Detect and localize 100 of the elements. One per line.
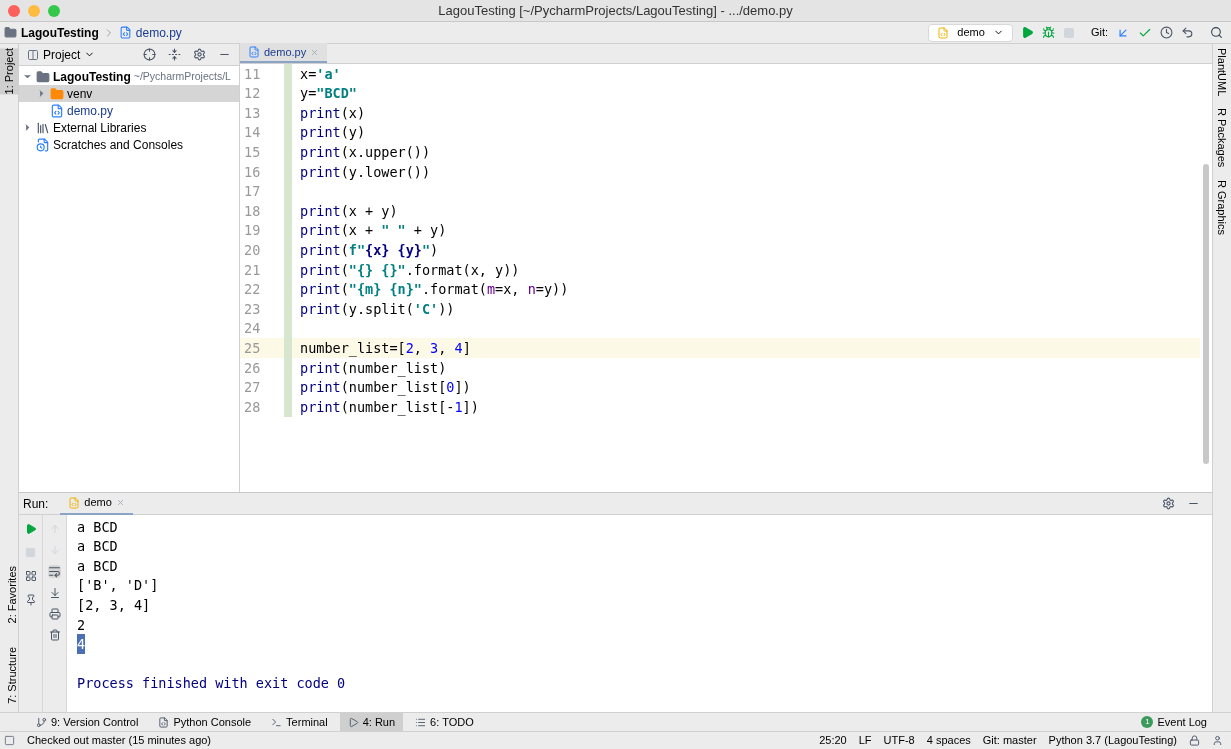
settings-icon[interactable]	[1162, 497, 1175, 510]
code-text: print("{} {}".format(x, y))	[300, 260, 520, 280]
pin-icon[interactable]	[24, 594, 37, 606]
line-number: 27	[243, 378, 262, 398]
line-number: 22	[243, 280, 262, 300]
line-number: 16	[243, 162, 262, 182]
tool-window-button[interactable]: 6: TODO	[407, 712, 482, 732]
line-number: 25	[243, 339, 262, 358]
notification-count: 1	[1141, 716, 1154, 728]
tree-item[interactable]: venv	[19, 85, 239, 102]
tool-window-icon	[158, 716, 170, 728]
line-number: 19	[243, 221, 262, 241]
code-text: print(x.upper())	[300, 143, 431, 163]
status-toggle-icon[interactable]	[4, 735, 15, 746]
console-output-line: a BCD	[77, 537, 118, 557]
status-item[interactable]: Git: master	[982, 732, 1037, 749]
inspector-icon[interactable]	[1212, 735, 1223, 746]
status-item[interactable]: 25:20	[819, 732, 847, 749]
line-number: 13	[243, 103, 262, 123]
status-item[interactable]: 4 spaces	[926, 732, 971, 749]
collapse-all-icon[interactable]	[168, 48, 181, 61]
run-configuration-dropdown[interactable]: demo	[928, 23, 1013, 42]
layout-icon[interactable]	[24, 570, 37, 582]
line-number: 26	[243, 358, 262, 378]
breadcrumb[interactable]: demo.py	[135, 23, 182, 42]
tool-window-button[interactable]: Python Console	[150, 712, 260, 732]
locate-icon[interactable]	[143, 48, 156, 61]
run-tab[interactable]: demo	[60, 492, 133, 515]
history-icon[interactable]	[1160, 26, 1173, 39]
tool-window-tab[interactable]: R Packages	[1213, 108, 1231, 168]
code-text: print(number_list[-1])	[300, 397, 479, 417]
tool-window-tab[interactable]: R Graphics	[1213, 179, 1231, 235]
trash-icon[interactable]	[48, 629, 61, 641]
line-number: 18	[243, 201, 262, 221]
tree-item-label: LagouTesting	[53, 68, 131, 86]
line-number: 28	[243, 397, 262, 417]
code-text: print(y)	[300, 123, 366, 143]
line-number: 15	[243, 143, 262, 163]
tool-window-icon	[347, 716, 359, 728]
tree-item-label: venv	[67, 85, 93, 103]
tree-item-label: Scratches and Consoles	[53, 136, 184, 154]
print-icon[interactable]	[48, 608, 61, 620]
panel-icon	[27, 48, 39, 61]
editor-tab[interactable]: demo.py	[240, 43, 328, 63]
event-log-button[interactable]: 1 Event Log	[1141, 713, 1207, 731]
breadcrumb[interactable]: LagouTesting	[21, 23, 99, 42]
search-icon[interactable]	[1210, 26, 1223, 39]
code-text: print(number_list[0])	[300, 378, 471, 398]
lock-icon[interactable]	[1189, 735, 1200, 746]
folder-icon	[4, 26, 17, 39]
debug-icon[interactable]	[1041, 26, 1055, 39]
code-text: x='a'	[300, 64, 341, 84]
line-number: 11	[243, 64, 262, 84]
console-output-line: ['B', 'D']	[77, 576, 159, 596]
python-file-icon	[118, 26, 132, 39]
code-text: print(number_list)	[300, 358, 447, 378]
tool-window-button[interactable]: 4: Run	[339, 712, 404, 732]
code-text: print(x + " " + y)	[300, 221, 447, 241]
scroll-to-end-icon[interactable]	[48, 587, 61, 599]
tree-item[interactable]: LagouTesting ~/PycharmProjects/L	[19, 68, 239, 85]
console-output-line: a BCD	[77, 517, 118, 537]
tool-window-tab[interactable]: PlantUML	[1213, 48, 1231, 97]
line-number: 23	[243, 299, 262, 319]
run-icon[interactable]	[1020, 26, 1034, 39]
code-text: y="BCD"	[300, 84, 357, 104]
tree-item[interactable]: External Libraries	[19, 119, 239, 136]
line-number: 14	[243, 123, 262, 143]
folder-icon	[50, 86, 64, 101]
python-file-icon	[50, 103, 64, 118]
tree-item[interactable]: demo.py	[19, 102, 239, 119]
tree-item[interactable]: Scratches and Consoles	[19, 136, 239, 153]
tool-window-tab[interactable]: 1: Project	[0, 48, 19, 95]
tool-window-tab[interactable]: 2: Favorites	[0, 565, 19, 624]
status-item[interactable]: LF	[858, 732, 872, 749]
soft-wrap-icon[interactable]	[48, 565, 61, 578]
code-text: print(y.lower())	[300, 162, 431, 182]
git-label: Git:	[1090, 25, 1108, 41]
code-text: print(y.split('C'))	[300, 299, 455, 319]
library-icon	[36, 120, 50, 135]
console-output-line: 2	[77, 615, 86, 635]
code-text: print(f"{x} {y}")	[300, 241, 439, 260]
line-number: 17	[243, 182, 262, 202]
tool-window-button[interactable]: 9: Version Control	[28, 712, 147, 732]
console-output-line: Process finished with exit code 0	[77, 674, 346, 694]
settings-icon[interactable]	[193, 48, 206, 61]
line-number: 24	[243, 319, 262, 339]
rollback-icon[interactable]	[1181, 26, 1194, 39]
rerun-icon[interactable]	[24, 523, 37, 535]
code-text: print(x + y)	[300, 201, 398, 221]
line-number: 20	[243, 241, 262, 260]
status-item[interactable]: UTF-8	[883, 732, 915, 749]
line-number: 12	[243, 84, 262, 104]
close-window-control[interactable]	[8, 4, 20, 17]
tool-window-button[interactable]: Terminal	[263, 712, 336, 732]
tool-window-tab[interactable]: 7: Structure	[0, 647, 19, 704]
python-file-icon	[937, 26, 950, 39]
tool-window-icon	[271, 716, 283, 728]
tool-window-icon	[415, 716, 427, 728]
status-item[interactable]: Python 3.7 (LagouTesting)	[1048, 732, 1177, 749]
python-file-icon	[68, 496, 81, 509]
